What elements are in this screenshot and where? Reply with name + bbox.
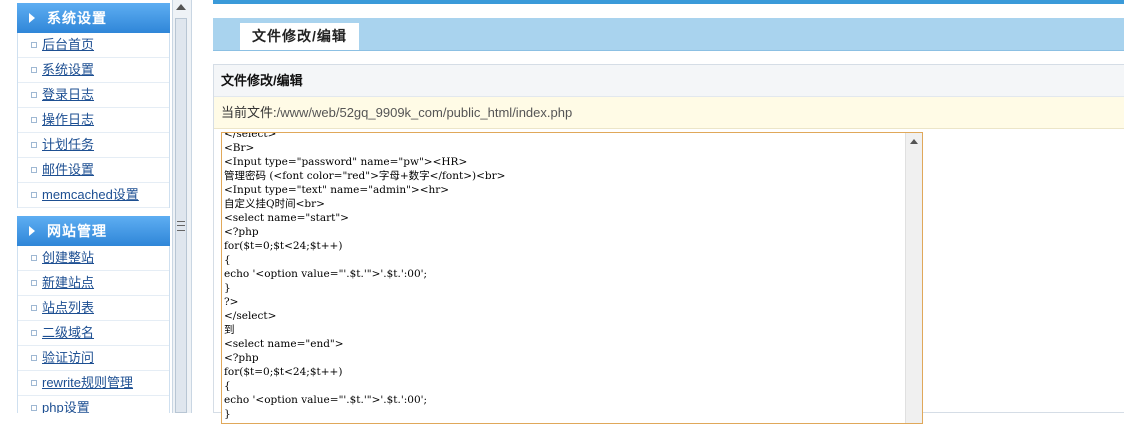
- sidebar-section-title: 系统设置: [47, 10, 107, 26]
- code-content[interactable]: </select> <Br> <Input type="password" name…: [224, 132, 904, 421]
- bullet-icon: [31, 167, 37, 173]
- bullet-icon: [31, 67, 37, 73]
- code-line: 到: [224, 324, 235, 336]
- sidebar-list-sites: 创建整站 新建站点 站点列表 二级域名 验证访问 rewrite规则管理 php…: [17, 246, 170, 413]
- tab-bar: 文件修改/编辑: [213, 18, 1124, 51]
- code-line: <?php: [224, 226, 259, 238]
- sidebar-item-login-log[interactable]: 登录日志: [18, 83, 169, 108]
- sidebar-item-new-site[interactable]: 新建站点: [18, 271, 169, 296]
- current-file-label: 当前文件:: [221, 105, 277, 120]
- sidebar-item-label: php设置: [42, 400, 90, 413]
- sidebar-item-memcached-settings[interactable]: memcached设置: [18, 183, 169, 208]
- code-line: <Input type="text" name="admin"><hr>: [224, 184, 450, 196]
- code-line: {: [224, 380, 231, 392]
- code-line: <Input type="password" name="pw"><HR>: [224, 156, 468, 168]
- code-line: for($t=0;$t<24;$t++): [224, 366, 343, 378]
- bullet-icon: [31, 117, 37, 123]
- code-line: </select>: [224, 310, 277, 322]
- main-content: 文件修改/编辑 文件修改/编辑 当前文件:/www/web/52gq_9909k…: [192, 0, 1124, 424]
- scrollbar-thumb[interactable]: [175, 18, 187, 413]
- sidebar-item-scheduled-tasks[interactable]: 计划任务: [18, 133, 169, 158]
- bullet-icon: [31, 355, 37, 361]
- sidebar-item-label: 二级域名: [42, 325, 95, 340]
- current-file-bar: 当前文件:/www/web/52gq_9909k_com/public_html…: [214, 97, 1124, 129]
- sidebar-scrollbar[interactable]: [172, 0, 192, 413]
- code-line: for($t=0;$t<24;$t++): [224, 240, 343, 252]
- bullet-icon: [31, 192, 37, 198]
- code-line: <select name="end">: [224, 338, 344, 350]
- sidebar-item-rewrite-rules[interactable]: rewrite规则管理: [18, 371, 169, 396]
- code-line: 自定义挂Q时间<br>: [224, 198, 325, 210]
- code-line: <Br>: [224, 142, 255, 154]
- sidebar-item-label: 新建站点: [42, 275, 95, 290]
- code-editor[interactable]: </select> <Br> <Input type="password" name…: [221, 132, 923, 424]
- grip-icon: [177, 221, 185, 231]
- code-line: echo '<option value="'.$t.'">'.$t.':00';: [224, 394, 428, 406]
- sidebar-item-subdomains[interactable]: 二级域名: [18, 321, 169, 346]
- code-line: echo '<option value="'.$t.'">'.$t.':00';: [224, 268, 428, 280]
- code-line: }: [224, 408, 231, 420]
- bullet-icon: [31, 92, 37, 98]
- sidebar-section-title: 网站管理: [47, 223, 107, 239]
- top-accent-line: [213, 0, 1124, 4]
- sidebar-item-operation-log[interactable]: 操作日志: [18, 108, 169, 133]
- scroll-up-arrow-icon[interactable]: [176, 4, 186, 10]
- sidebar-section-system-settings[interactable]: 系统设置: [17, 3, 170, 33]
- bullet-icon: [31, 280, 37, 286]
- current-file-path: /www/web/52gq_9909k_com/public_html/inde…: [276, 105, 573, 120]
- sidebar-item-auth-access[interactable]: 验证访问: [18, 346, 169, 371]
- sidebar-item-label: 计划任务: [42, 137, 95, 152]
- sidebar-list-system: 后台首页 系统设置 登录日志 操作日志 计划任务 邮件设置 memcached设…: [17, 33, 170, 208]
- tab-file-edit[interactable]: 文件修改/编辑: [240, 23, 359, 50]
- sidebar-item-label: 操作日志: [42, 112, 95, 127]
- caret-right-icon: [29, 13, 35, 23]
- code-line: <select name="start">: [224, 212, 349, 224]
- bullet-icon: [31, 380, 37, 386]
- code-line: 管理密码 (<font color="red">字母+数字</font>)<br…: [224, 170, 506, 182]
- bullet-icon: [31, 42, 37, 48]
- sidebar-item-mail-settings[interactable]: 邮件设置: [18, 158, 169, 183]
- code-line: <?php: [224, 352, 259, 364]
- scroll-up-arrow-icon[interactable]: [910, 139, 918, 144]
- sidebar-item-label: 站点列表: [42, 300, 95, 315]
- caret-right-icon: [29, 226, 35, 236]
- sidebar-section-site-management[interactable]: 网站管理: [17, 216, 170, 246]
- panel-title: 文件修改/编辑: [214, 65, 1124, 97]
- bullet-icon: [31, 255, 37, 261]
- code-line: </select>: [224, 132, 277, 140]
- code-line: {: [224, 254, 231, 266]
- file-edit-panel: 文件修改/编辑 当前文件:/www/web/52gq_9909k_com/pub…: [213, 64, 1124, 424]
- bullet-icon: [31, 305, 37, 311]
- bullet-icon: [31, 142, 37, 148]
- sidebar-item-php-settings[interactable]: php设置: [18, 396, 169, 413]
- sidebar-item-label: 后台首页: [42, 37, 95, 52]
- sidebar-item-label: rewrite规则管理: [42, 375, 134, 390]
- bullet-icon: [31, 330, 37, 336]
- code-line: ?>: [224, 296, 239, 308]
- bullet-icon: [31, 405, 37, 411]
- sidebar-item-site-list[interactable]: 站点列表: [18, 296, 169, 321]
- sidebar-item-label: memcached设置: [42, 187, 139, 202]
- sidebar-item-label: 系统设置: [42, 62, 95, 77]
- sidebar-item-label: 邮件设置: [42, 162, 95, 177]
- sidebar-item-label: 验证访问: [42, 350, 95, 365]
- sidebar-item-label: 登录日志: [42, 87, 95, 102]
- sidebar-item-system-settings[interactable]: 系统设置: [18, 58, 169, 83]
- sidebar: 系统设置 后台首页 系统设置 登录日志 操作日志 计划任务 邮件设置 memca…: [0, 0, 172, 413]
- editor-scrollbar[interactable]: [905, 133, 922, 423]
- sidebar-item-create-full-site[interactable]: 创建整站: [18, 246, 169, 271]
- code-line: }: [224, 282, 231, 294]
- sidebar-item-label: 创建整站: [42, 250, 95, 265]
- sidebar-item-admin-home[interactable]: 后台首页: [18, 33, 169, 58]
